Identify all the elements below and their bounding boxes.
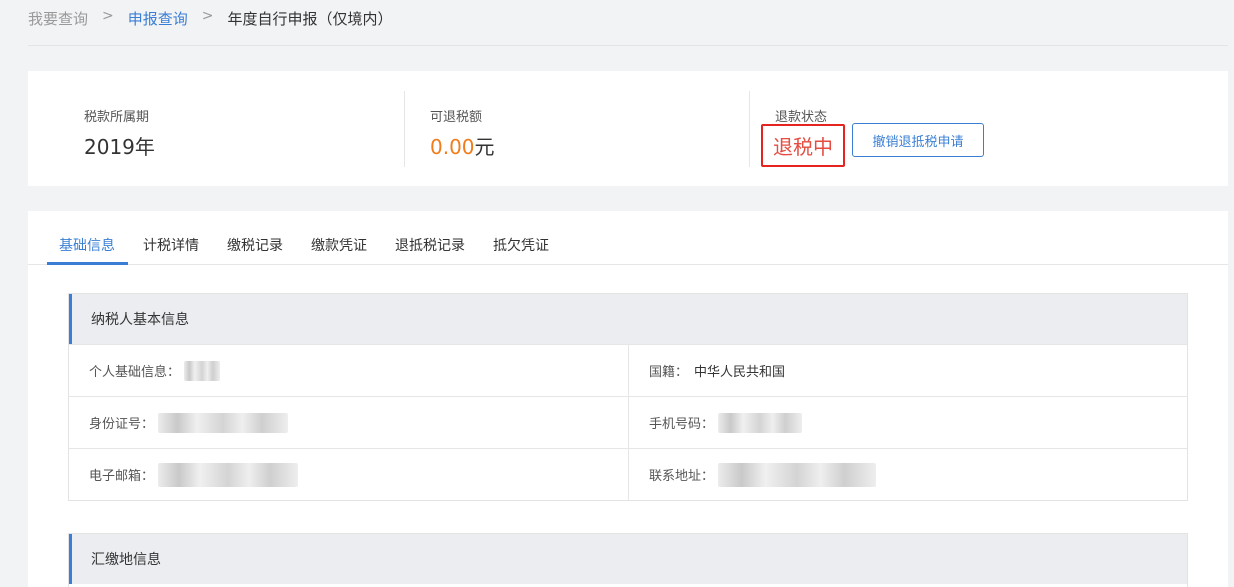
tab-basic-info[interactable]: 基础信息: [59, 235, 115, 265]
cancel-refund-button[interactable]: 撤销退抵税申请: [852, 123, 984, 157]
taxpayer-info-title: 纳税人基本信息: [69, 294, 1187, 344]
info-row: 身份证号： 手机号码：: [69, 396, 1187, 448]
refund-amount-unit: 元: [474, 135, 495, 159]
breadcrumb-item-current: 年度自行申报（仅境内）: [227, 10, 393, 28]
breadcrumb: 我要查询 > 申报查询 > 年度自行申报（仅境内）: [28, 0, 1228, 46]
id-number-cell: 身份证号：: [69, 397, 628, 448]
tab-payment-records[interactable]: 缴税记录: [227, 235, 283, 265]
tax-period-block: 税款所属期 2019年: [28, 91, 404, 167]
refund-amount-block: 可退税额 0.00元: [404, 91, 749, 167]
tab-bar: 基础信息 计税详情 缴税记录 缴款凭证 退抵税记录 抵欠凭证: [28, 211, 1228, 265]
refund-amount-value: 0.00元: [430, 131, 495, 160]
tax-period-value: 2019年: [84, 135, 155, 159]
refund-amount-label: 可退税额: [430, 110, 483, 125]
email-cell: 电子邮箱：: [69, 449, 628, 500]
id-number-redacted: [158, 412, 289, 433]
email-label: 电子邮箱：: [89, 469, 155, 484]
breadcrumb-separator: >: [201, 8, 214, 24]
tab-tax-calculation[interactable]: 计税详情: [143, 235, 199, 265]
personal-info-redacted: [184, 360, 221, 381]
phone-redacted: [718, 412, 803, 433]
tab-payment-voucher[interactable]: 缴款凭证: [311, 235, 367, 265]
tab-refund-records[interactable]: 退抵税记录: [395, 235, 465, 265]
refund-status-block: 退款状态 退税中 撤销退抵税申请: [749, 91, 1228, 167]
breadcrumb-item-query[interactable]: 我要查询: [28, 8, 88, 29]
taxpayer-info-section: 纳税人基本信息 个人基础信息： 国籍： 中华人民共和国 身份证号： 手机号码：: [68, 293, 1188, 501]
phone-cell: 手机号码：: [628, 397, 1187, 448]
refund-status-label: 退款状态: [775, 110, 828, 125]
id-number-label: 身份证号：: [89, 417, 155, 432]
detail-card: 基础信息 计税详情 缴税记录 缴款凭证 退抵税记录 抵欠凭证 纳税人基本信息 个…: [28, 211, 1228, 587]
nationality-cell: 国籍： 中华人民共和国: [628, 345, 1187, 396]
phone-label: 手机号码：: [649, 417, 715, 432]
personal-info-label: 个人基础信息：: [89, 365, 181, 380]
email-redacted: [158, 462, 299, 487]
payment-location-section: 汇缴地信息: [68, 533, 1188, 587]
breadcrumb-separator: >: [102, 8, 114, 24]
breadcrumb-item-declaration-query[interactable]: 申报查询: [128, 8, 188, 29]
address-redacted: [718, 462, 877, 487]
payment-location-title: 汇缴地信息: [69, 534, 1187, 584]
nationality-label: 国籍：: [649, 365, 689, 380]
address-cell: 联系地址：: [628, 449, 1187, 500]
info-row: 个人基础信息： 国籍： 中华人民共和国: [69, 344, 1187, 396]
tax-period-label: 税款所属期: [84, 110, 150, 125]
personal-info-cell: 个人基础信息：: [69, 345, 628, 396]
refund-status-badge: 退税中: [761, 124, 845, 167]
tab-offset-voucher[interactable]: 抵欠凭证: [493, 235, 549, 265]
info-row: 电子邮箱： 联系地址：: [69, 448, 1187, 500]
summary-card: 税款所属期 2019年 可退税额 0.00元 退款状态 退税中 撤销退抵税申请: [28, 71, 1228, 186]
refund-amount-number: 0.00: [430, 135, 475, 159]
address-label: 联系地址：: [649, 469, 715, 484]
nationality-value: 中华人民共和国: [694, 365, 786, 380]
active-tab-indicator: [47, 262, 128, 265]
